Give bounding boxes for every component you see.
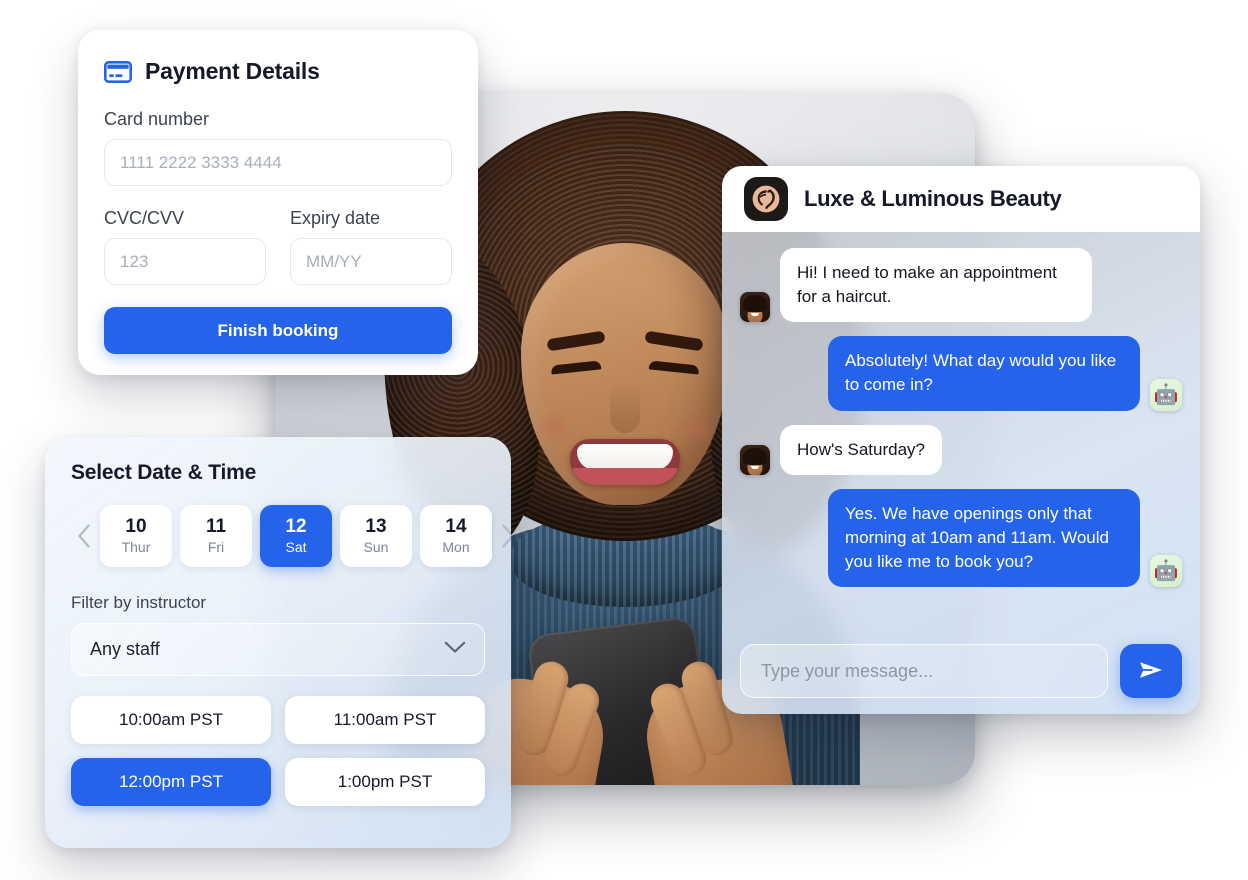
expiry-group: Expiry date	[290, 208, 452, 285]
eyebrow-left	[546, 330, 606, 352]
chat-header: Luxe & Luminous Beauty	[722, 166, 1200, 232]
payment-details-card: Payment Details Card number CVC/CVV Expi…	[78, 30, 478, 375]
cvc-label: CVC/CVV	[104, 208, 185, 228]
bot-message-bubble: Absolutely! What day would you like to c…	[828, 336, 1140, 411]
user-avatar	[740, 292, 770, 323]
user-message-bubble: Hi! I need to make an appointment for a …	[780, 248, 1092, 323]
user-message-bubble: How's Saturday?	[780, 424, 942, 475]
nose	[610, 381, 640, 433]
expiry-label: Expiry date	[290, 208, 381, 228]
date-chip-weekday: Sat	[285, 538, 307, 555]
date-chip-sun[interactable]: 13 Sun	[340, 505, 412, 567]
date-chip-weekday: Mon	[442, 538, 470, 555]
instructor-filter-label: Filter by instructor	[71, 593, 207, 612]
cvc-group: CVC/CVV	[104, 208, 266, 285]
instructor-select[interactable]: Any staff	[71, 623, 485, 676]
chat-message-row: How's Saturday?	[740, 424, 1182, 475]
page-title: Payment Details	[145, 58, 320, 84]
eyebrow-right	[644, 330, 704, 352]
lower-lip	[573, 468, 677, 485]
chevron-left-icon[interactable]	[71, 523, 97, 549]
date-chip-day: 14	[445, 516, 467, 538]
date-chip-day: 12	[285, 516, 307, 538]
finish-booking-button[interactable]: Finish booking	[104, 307, 452, 354]
date-chip-weekday: Sun	[363, 538, 389, 555]
chat-input-row	[740, 630, 1182, 714]
chat-brand-name: Luxe & Luminous Beauty	[804, 186, 1062, 211]
chat-message-row: Yes. We have openings only that morning …	[740, 488, 1182, 587]
composition-stage: Payment Details Card number CVC/CVV Expi…	[0, 0, 1248, 880]
credit-card-icon	[103, 60, 132, 83]
time-slot[interactable]: 11:00am PST	[285, 696, 485, 744]
smiling-mouth	[570, 439, 680, 485]
time-slot-list: 10:00am PST 11:00am PST 12:00pm PST 1:00pm …	[71, 696, 485, 806]
date-strip: 10 Thur 11 Fri 12 Sat 13 Sun 14 Mon	[71, 505, 511, 567]
date-chip-list: 10 Thur 11 Fri 12 Sat 13 Sun 14 Mon	[97, 505, 495, 567]
time-slot[interactable]: 1:00pm PST	[285, 758, 485, 806]
date-chip-weekday: Thur	[121, 538, 151, 555]
card-number-label: Card number	[104, 109, 210, 129]
chat-message-list: Hi! I need to make an appointment for a …	[722, 232, 1200, 714]
instructor-select-value: Any staff	[90, 639, 160, 659]
eye-left	[550, 360, 602, 375]
date-chip-mon[interactable]: 14 Mon	[420, 505, 492, 567]
card-number-group: Card number	[104, 109, 452, 186]
select-date-time-panel: Select Date & Time 10 Thur 11 Fri 12 Sat 13 Sun…	[45, 437, 511, 848]
datetime-title: Select Date & Time	[71, 461, 257, 484]
salon-woman-profile-logo-icon	[744, 177, 788, 221]
chat-widget: Luxe & Luminous Beauty Hi! I need to mak…	[722, 166, 1200, 714]
date-chip-day: 10	[125, 516, 147, 538]
card-number-input[interactable]	[104, 139, 452, 186]
send-message-button[interactable]	[1120, 644, 1182, 698]
chat-message-row: Hi! I need to make an appointment for a …	[740, 248, 1182, 323]
cheek-left	[529, 413, 575, 443]
date-chip-thur[interactable]: 10 Thur	[100, 505, 172, 567]
cheek-right	[675, 413, 721, 443]
teeth	[577, 444, 673, 470]
time-slot[interactable]: 12:00pm PST	[71, 758, 271, 806]
bot-avatar-icon: 🤖	[1150, 555, 1182, 587]
chevron-down-icon	[444, 641, 466, 659]
payment-header: Payment Details	[103, 58, 452, 85]
date-chip-weekday: Fri	[207, 538, 225, 555]
user-avatar	[740, 444, 770, 475]
cvc-expiry-row: CVC/CVV Expiry date	[104, 208, 452, 285]
chevron-right-icon[interactable]	[495, 523, 511, 549]
cvc-input[interactable]	[104, 238, 266, 285]
chat-message-row: Absolutely! What day would you like to c…	[740, 336, 1182, 411]
eye-right	[648, 360, 700, 375]
time-slot[interactable]: 10:00am PST	[71, 696, 271, 744]
date-chip-sat[interactable]: 12 Sat	[260, 505, 332, 567]
date-chip-day: 13	[365, 516, 387, 538]
messages-container: Hi! I need to make an appointment for a …	[740, 248, 1182, 587]
date-chip-day: 11	[205, 516, 227, 538]
send-paper-plane-icon	[1136, 657, 1166, 686]
date-chip-fri[interactable]: 11 Fri	[180, 505, 252, 567]
bot-avatar-icon: 🤖	[1150, 378, 1182, 411]
expiry-input[interactable]	[290, 238, 452, 285]
bot-message-bubble: Yes. We have openings only that morning …	[828, 488, 1140, 587]
chat-message-input[interactable]	[740, 644, 1108, 698]
